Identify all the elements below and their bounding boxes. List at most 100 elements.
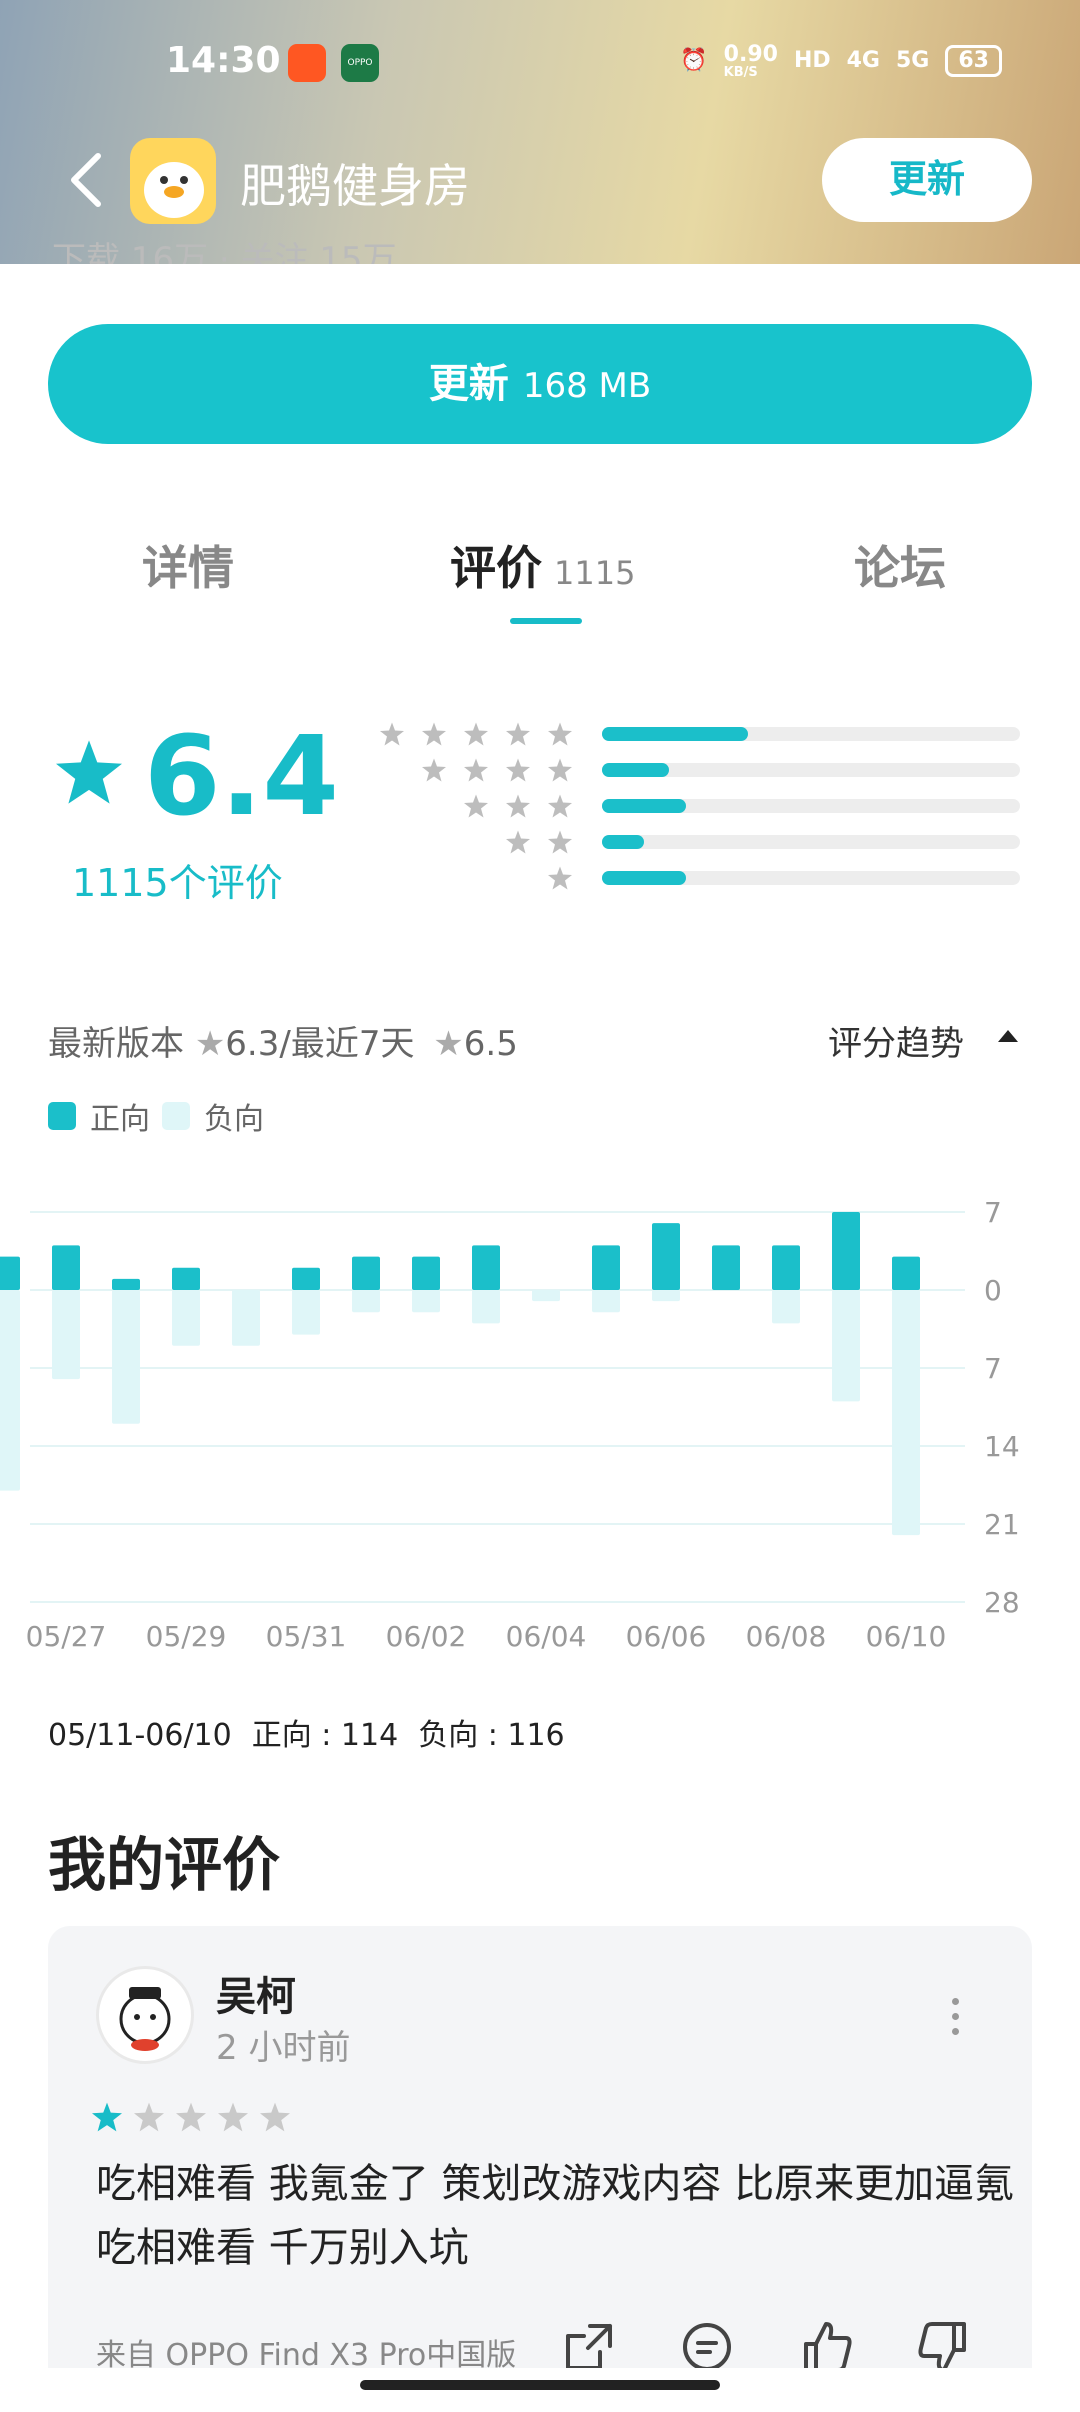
tab-reviews[interactable]: 评价 1115 <box>450 532 635 598</box>
recent-7-days-label: /最近7天 <box>279 1024 415 1064</box>
alarm-icon: ⏰ <box>680 48 708 73</box>
review-text: 吃相难看 我氪金了 策划改游戏内容 比原来更加逼氪 吃相难看 千万别入坑 <box>96 2161 1015 2271</box>
tab-details[interactable]: 详情 <box>142 532 234 598</box>
star-icon <box>422 722 446 746</box>
app-header: 14:30 ⏰ 0.90 KB/S HD 4G 5G 63 OPPO 肥鹅健身房 … <box>0 0 1080 264</box>
distribution-bar-4 <box>602 763 1020 777</box>
star-icon <box>422 758 446 782</box>
star-icon <box>548 830 572 854</box>
legend-positive: 正向 <box>48 1094 150 1138</box>
star-icon <box>548 866 572 890</box>
avatar[interactable] <box>96 1966 194 2064</box>
negative-bar <box>172 1290 200 1346</box>
summary-range: 05/11-06/10 <box>48 1718 232 1753</box>
bottom-fade <box>0 2368 1080 2412</box>
distribution-bar-fill-5 <box>602 727 749 741</box>
positive-bar <box>352 1256 380 1290</box>
star-filled-icon <box>92 2102 122 2132</box>
positive-bar <box>772 1245 800 1290</box>
positive-bar <box>412 1256 440 1290</box>
summary-negative: 负向 : 116 <box>418 1718 565 1753</box>
more-options-icon[interactable] <box>952 1998 962 2043</box>
rating-trend-toggle[interactable]: 评分趋势 <box>828 1016 964 1065</box>
positive-bar <box>52 1245 80 1290</box>
notification-app-icon <box>288 44 326 82</box>
distribution-stars-3 <box>464 794 572 818</box>
latest-version-score: 6.3 <box>225 1024 280 1064</box>
positive-bar <box>172 1267 200 1290</box>
negative-bar <box>892 1290 920 1536</box>
tab-forum[interactable]: 论坛 <box>854 532 946 598</box>
distribution-bar-fill-2 <box>602 835 644 849</box>
small-star-icon: ★ <box>194 1024 226 1064</box>
positive-bar <box>0 1256 20 1290</box>
distribution-bar-fill-3 <box>602 799 686 813</box>
rating-count: 1115个评价 <box>72 861 283 905</box>
y-tick-label: 0 <box>984 1274 1002 1307</box>
star-icon <box>506 794 530 818</box>
distribution-stars-1 <box>548 866 572 890</box>
notification-oppo-icon: OPPO <box>341 44 379 82</box>
negative-bar <box>772 1290 800 1324</box>
distribution-bar-5 <box>602 727 1020 741</box>
x-tick-label: 06/02 <box>386 1620 467 1650</box>
status-indicators: ⏰ 0.90 KB/S HD 4G 5G 63 <box>680 42 1002 79</box>
y-tick-label: 14 <box>984 1430 1020 1463</box>
y-tick-label: 21 <box>984 1508 1020 1541</box>
rating-trend-chart: 7 0 7 14 21 28 05/27 05/29 05/31 06/02 06/04 06/06 0… <box>0 1196 1020 1650</box>
tab-reviews-count: 1115 <box>554 554 636 592</box>
recent-7-days-score: 6.5 <box>463 1024 518 1064</box>
battery-indicator: 63 <box>945 44 1002 77</box>
star-icon <box>380 722 404 746</box>
positive-bar <box>832 1212 860 1290</box>
positive-bar <box>292 1267 320 1290</box>
home-indicator[interactable] <box>360 2380 720 2390</box>
negative-bar <box>0 1290 20 1491</box>
star-icon <box>548 758 572 782</box>
back-icon[interactable] <box>62 150 112 210</box>
my-review-card: 吴柯 2 小时前 吃相难看 我氪金了 策划改游戏内容 比原来更加逼氪 吃相难看 … <box>48 1926 1032 2412</box>
x-tick-label: 05/29 <box>146 1620 227 1650</box>
x-tick-label: 06/06 <box>626 1620 707 1650</box>
star-icon <box>506 758 530 782</box>
positive-bar <box>112 1278 140 1290</box>
positive-bar <box>712 1245 740 1290</box>
version-rating-line: 最新版本 ★6.3/最近7天 ★6.5 <box>48 1016 518 1065</box>
distribution-bar-3 <box>602 799 1020 813</box>
star-empty-icon <box>218 2102 248 2132</box>
star-icon <box>548 722 572 746</box>
legend-negative-label: 负向 <box>204 1102 264 1137</box>
positive-bar <box>652 1223 680 1290</box>
star-icon <box>464 758 488 782</box>
legend-negative: 负向 <box>162 1094 264 1138</box>
legend-negative-swatch <box>162 1102 190 1130</box>
tab-active-indicator <box>510 618 582 624</box>
distribution-stars-5 <box>380 722 572 746</box>
star-empty-icon <box>260 2102 290 2132</box>
x-tick-label: 06/10 <box>866 1620 947 1650</box>
legend-positive-label: 正向 <box>90 1102 150 1137</box>
summary-positive: 正向 : 114 <box>251 1718 399 1753</box>
distribution-bar-1 <box>602 871 1020 885</box>
x-tick-label: 05/27 <box>26 1620 107 1650</box>
review-time: 2 小时前 <box>216 2028 351 2068</box>
positive-bar <box>592 1245 620 1290</box>
update-button-label: 更新 <box>428 361 509 407</box>
legend-positive-swatch <box>48 1102 76 1130</box>
trend-summary: 05/11-06/10 正向 : 114 负向 : 116 <box>48 1710 585 1754</box>
star-icon <box>464 722 488 746</box>
positive-bar <box>472 1245 500 1290</box>
star-empty-icon <box>134 2102 164 2132</box>
distribution-bar-fill-4 <box>602 763 669 777</box>
negative-bar <box>52 1290 80 1380</box>
negative-bar <box>832 1290 860 1402</box>
star-icon <box>506 830 530 854</box>
x-tick-label: 06/04 <box>506 1620 587 1650</box>
negative-bar <box>292 1290 320 1335</box>
star-icon <box>506 722 530 746</box>
update-button[interactable]: 更新 168 MB <box>48 324 1032 444</box>
review-username: 吴柯 <box>216 1974 296 2020</box>
header-update-button[interactable]: 更新 <box>822 138 1032 222</box>
net-speed: 0.90 KB/S <box>723 42 778 80</box>
caret-up-icon[interactable] <box>998 1030 1018 1042</box>
